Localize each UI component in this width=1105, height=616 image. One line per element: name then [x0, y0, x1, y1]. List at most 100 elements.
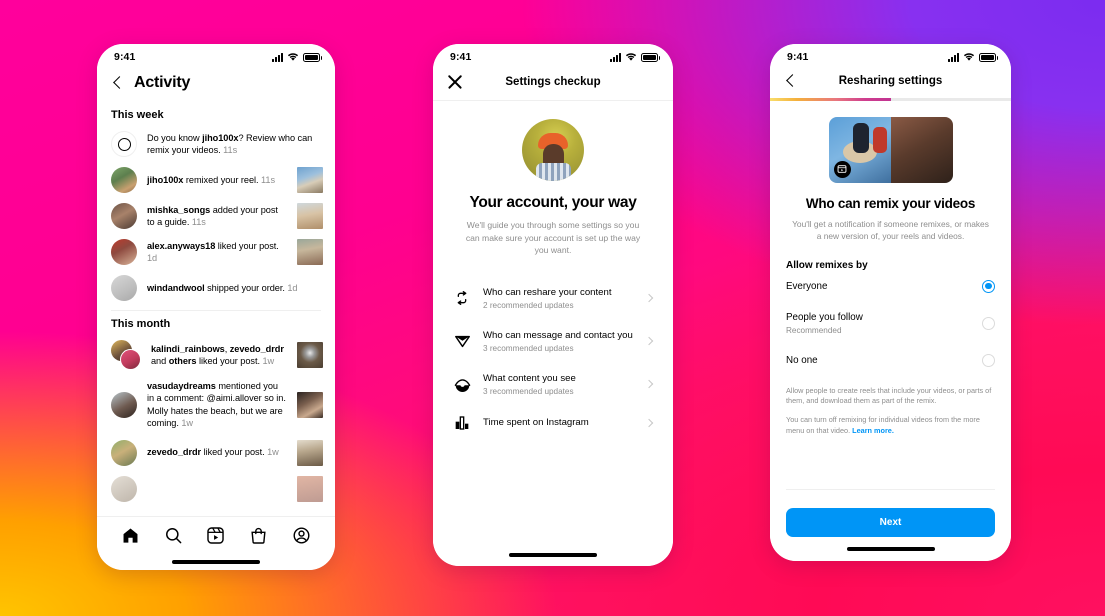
- close-icon[interactable]: [447, 74, 463, 90]
- option-people-you-follow[interactable]: People you follow Recommended: [786, 302, 995, 345]
- reels-badge-icon: [833, 160, 851, 178]
- list-item-text: zevedo_drdr liked your post. 1w: [147, 447, 279, 458]
- avatar: [111, 167, 137, 193]
- settings-row-content[interactable]: What content you see 3 recommended updat…: [453, 363, 653, 406]
- list-item-text: alex.anyways18 liked your post. 1d: [147, 240, 279, 263]
- post-thumbnail[interactable]: [297, 342, 323, 368]
- list-item[interactable]: kalindi_rainbows, zevedo_drdr and others…: [97, 335, 335, 375]
- signal-icon: [610, 52, 621, 62]
- eye-icon: [453, 376, 471, 393]
- option-texts: People you follow Recommended: [786, 311, 972, 336]
- hero-title: Who can remix your videos: [805, 195, 976, 211]
- chevron-left-icon[interactable]: [784, 74, 798, 88]
- tab-profile[interactable]: [292, 526, 311, 545]
- avatar: [111, 439, 137, 466]
- option-title: Everyone: [786, 280, 828, 292]
- settings-navbar: Settings checkup: [433, 70, 673, 101]
- option-no-one[interactable]: No one: [786, 345, 995, 376]
- phone-resharing-settings: 9:41 Resharing settings Who can remix yo…: [770, 44, 1011, 561]
- settings-row-message[interactable]: Who can message and contact you 3 recomm…: [453, 320, 653, 363]
- list-item[interactable]: jiho100x remixed your reel. 11s: [97, 162, 335, 198]
- hero-subtitle: You'll get a notification if someone rem…: [792, 218, 989, 241]
- fine-print-1: Allow people to create reels that includ…: [786, 385, 992, 405]
- chevron-right-icon: [645, 337, 653, 345]
- radio-people-you-follow[interactable]: [982, 316, 995, 330]
- chevron-left-icon[interactable]: [111, 76, 125, 90]
- list-item[interactable]: mishka_songs added your post to a guide.…: [97, 198, 335, 234]
- list-item[interactable]: vasudaydreams mentioned you in a comment…: [97, 375, 335, 435]
- page-title: Activity: [134, 74, 191, 91]
- tab-search[interactable]: [164, 526, 183, 545]
- list-item[interactable]: zevedo_drdr liked your post. 1w: [97, 435, 335, 471]
- tab-shop[interactable]: [249, 526, 268, 545]
- phone-activity: 9:41 Activity This week Do you know jiho…: [97, 44, 335, 570]
- footer: Next: [786, 489, 995, 537]
- avatar-stacked: [111, 340, 141, 370]
- settings-list: Who can reshare your content 2 recommend…: [453, 277, 653, 440]
- settings-row-title: Who can message and contact you: [483, 329, 633, 341]
- resharing-navbar: Resharing settings: [770, 70, 1011, 98]
- post-thumbnail[interactable]: [297, 475, 323, 502]
- reshare-icon: [453, 290, 471, 306]
- ring-icon: [111, 131, 137, 157]
- post-thumbnail[interactable]: [297, 439, 323, 466]
- learn-more-link[interactable]: Learn more.: [852, 426, 894, 435]
- settings-row-subtitle: 2 recommended updates: [483, 300, 574, 310]
- next-button[interactable]: Next: [786, 508, 995, 537]
- option-texts: No one: [786, 354, 972, 367]
- settings-row-title: Who can reshare your content: [483, 286, 612, 298]
- avatar: [111, 475, 137, 502]
- battery-icon: [641, 52, 660, 62]
- list-item-text: vasudaydreams mentioned you in a comment…: [147, 381, 286, 429]
- status-bar-3: 9:41: [770, 44, 1011, 70]
- status-time: 9:41: [450, 51, 472, 63]
- list-item[interactable]: Do you know jiho100x? Review who can rem…: [97, 126, 335, 162]
- chevron-right-icon: [645, 294, 653, 302]
- option-title: People you follow: [786, 311, 863, 323]
- settings-row-texts: Who can message and contact you 3 recomm…: [483, 329, 633, 354]
- reels-icon: [207, 527, 225, 544]
- list-item[interactable]: alex.anyways18 liked your post. 1d: [97, 234, 335, 270]
- section-header-week: This week: [111, 109, 164, 121]
- settings-row-reshare[interactable]: Who can reshare your content 2 recommend…: [453, 277, 653, 320]
- hero-subtitle: We'll guide you through some settings so…: [465, 220, 641, 256]
- list-item[interactable]: [97, 471, 335, 507]
- post-thumbnail[interactable]: [297, 203, 323, 229]
- post-thumbnail[interactable]: [297, 239, 323, 265]
- tab-reels[interactable]: [206, 526, 225, 545]
- avatar: [111, 391, 137, 418]
- search-icon: [165, 528, 182, 544]
- option-title: No one: [786, 354, 818, 366]
- bar-chart-icon: [453, 415, 471, 431]
- radio-no-one[interactable]: [982, 353, 995, 367]
- radio-everyone[interactable]: [982, 279, 995, 293]
- option-everyone[interactable]: Everyone: [786, 271, 995, 302]
- status-time: 9:41: [114, 51, 136, 63]
- tab-home[interactable]: [121, 526, 140, 545]
- list-item-text: kalindi_rainbows, zevedo_drdr and others…: [151, 343, 284, 366]
- settings-row-texts: Time spent on Instagram: [483, 416, 633, 429]
- settings-row-subtitle: 3 recommended updates: [483, 343, 574, 353]
- post-thumbnail[interactable]: [297, 391, 323, 418]
- profile-icon: [293, 527, 310, 544]
- list-item[interactable]: windandwool shipped your order. 1d: [97, 270, 335, 306]
- group-label: Allow remixes by: [786, 259, 868, 271]
- status-icons: [272, 52, 322, 62]
- avatar: [111, 275, 137, 301]
- settings-row-title: Time spent on Instagram: [483, 417, 589, 429]
- list-item-text: mishka_songs added your post to a guide.…: [147, 204, 278, 227]
- hero-title: Your account, your way: [469, 194, 637, 211]
- bottom-tabbar: [97, 516, 335, 554]
- home-indicator: [97, 554, 335, 570]
- option-subtitle: Recommended: [786, 325, 842, 335]
- settings-row-title: What content you see: [483, 372, 576, 384]
- post-thumbnail[interactable]: [297, 167, 323, 193]
- battery-icon: [303, 52, 322, 62]
- chevron-right-icon: [645, 419, 653, 427]
- shop-icon: [251, 527, 266, 544]
- settings-row-time-spent[interactable]: Time spent on Instagram: [453, 406, 653, 440]
- status-bar-2: 9:41: [433, 44, 673, 70]
- activity-navbar: Activity: [97, 70, 335, 102]
- avatar: [522, 119, 584, 181]
- signal-icon: [948, 52, 959, 62]
